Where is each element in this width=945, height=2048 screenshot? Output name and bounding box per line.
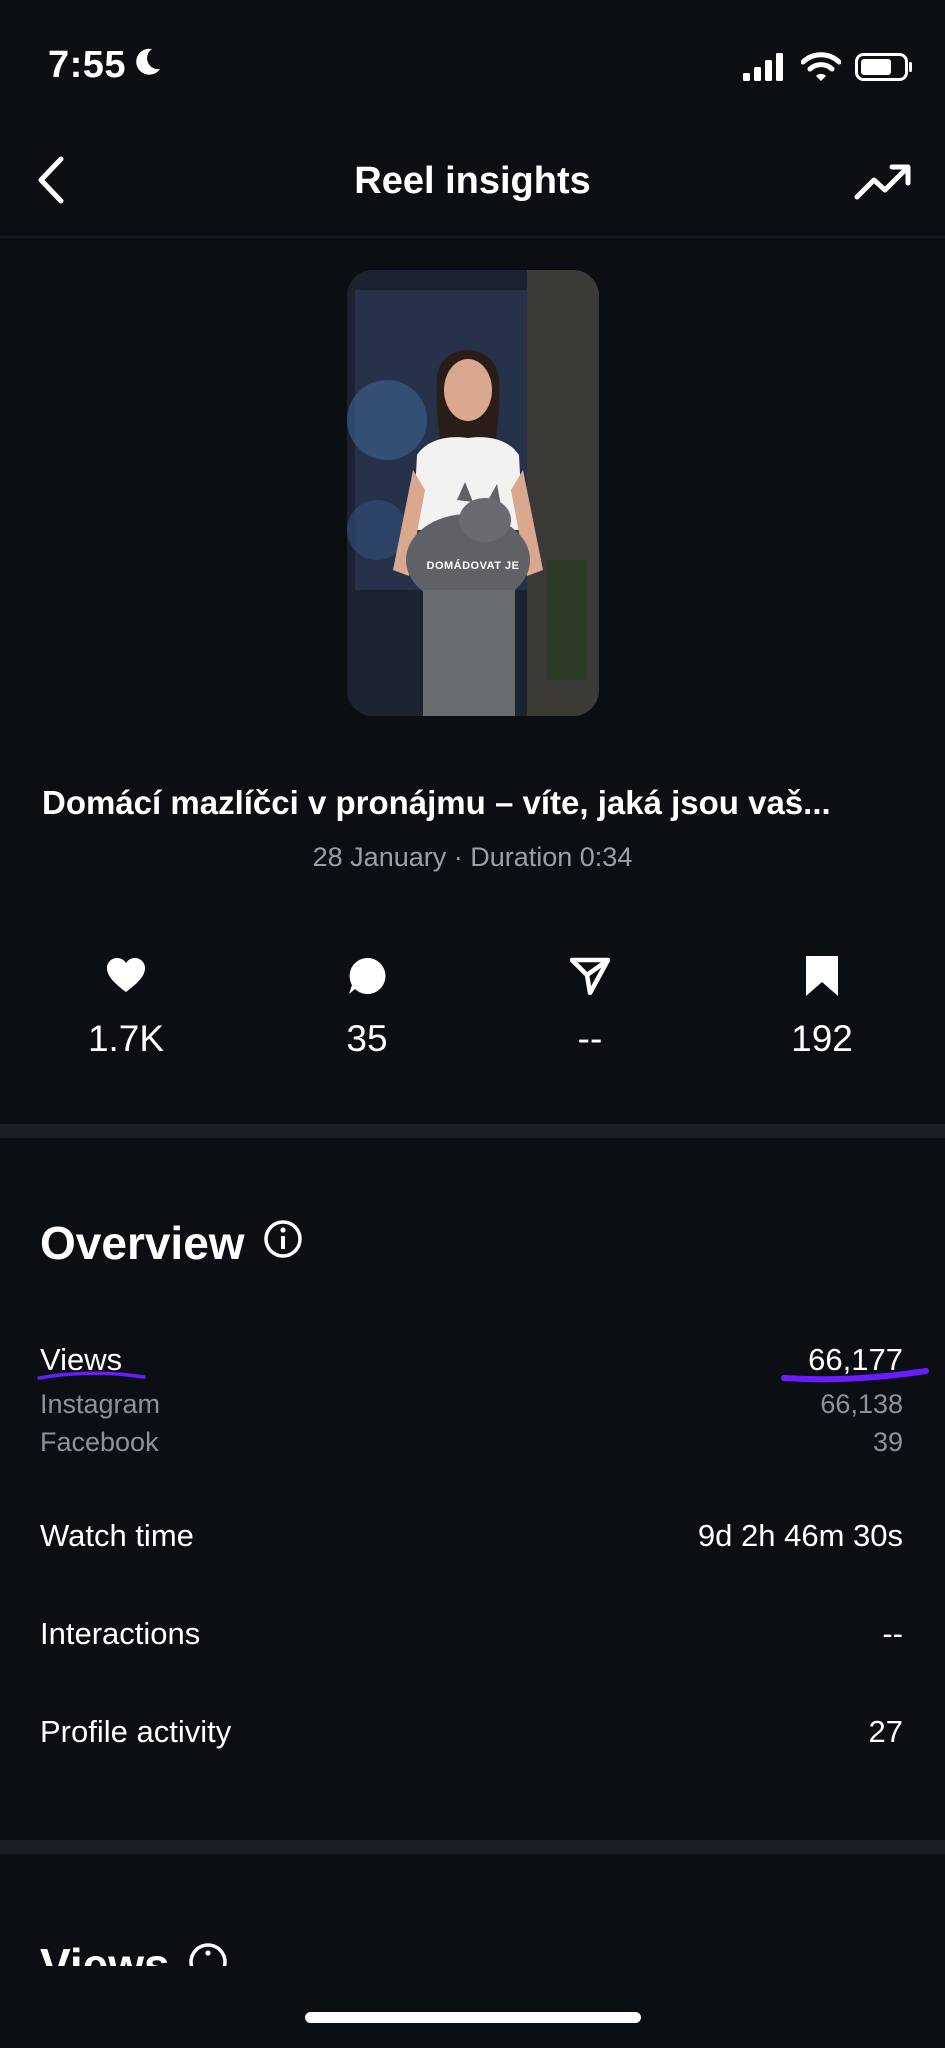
interactions-label: Interactions [40, 1616, 201, 1651]
nav-divider [0, 236, 945, 238]
interactions-value: -- [882, 1616, 903, 1651]
views-section-title: Views [40, 1942, 170, 1966]
shares-count: -- [577, 1018, 603, 1059]
likes-stat: 1.7K [46, 956, 206, 1060]
saves-count: 192 [791, 1018, 853, 1059]
reel-thumbnail[interactable]: DOMÁDOVAT JE [347, 270, 599, 716]
share-icon [569, 957, 611, 1000]
heart-icon [106, 957, 146, 999]
saves-stat: 192 [742, 955, 902, 1060]
home-indicator[interactable] [305, 2012, 641, 2023]
wifi-icon [800, 52, 842, 87]
shares-stat: -- [510, 956, 670, 1060]
thumbnail-caption: DOMÁDOVAT JE [426, 560, 520, 572]
info-icon[interactable] [263, 1216, 303, 1270]
reel-meta: 28 January · Duration 0:34 [312, 842, 633, 872]
trending-button[interactable] [851, 158, 915, 212]
facebook-value: 39 [872, 1427, 903, 1457]
likes-count: 1.7K [87, 1018, 165, 1059]
overview-heading: Overview [40, 1216, 303, 1270]
comment-icon [347, 956, 387, 1001]
facebook-label: Facebook [40, 1427, 159, 1457]
instagram-value: 66,138 [820, 1389, 903, 1419]
views-label-underline [37, 1371, 146, 1380]
views-info-icon[interactable] [188, 1942, 228, 1966]
instagram-label: Instagram [40, 1389, 161, 1419]
cellular-signal-icon [743, 53, 787, 86]
views-section-heading: Views [40, 1942, 228, 1966]
battery-icon [855, 53, 913, 86]
overview-title: Overview [40, 1217, 245, 1269]
moon-icon [134, 44, 162, 87]
reel-title: Domácí mazlíčci v pronájmu – víte, jaká … [42, 784, 831, 821]
bookmark-icon [805, 955, 839, 1002]
page-title: Reel insights [354, 160, 591, 202]
profile-activity-value: 27 [868, 1714, 903, 1749]
comments-count: 35 [346, 1018, 388, 1059]
profile-activity-label: Profile activity [40, 1714, 232, 1749]
section-divider-2 [0, 1840, 945, 1854]
watch-time-value: 9d 2h 46m 30s [697, 1518, 903, 1553]
comments-stat: 35 [287, 956, 447, 1060]
status-time: 7:55 [48, 44, 162, 87]
section-divider [0, 1124, 945, 1138]
watch-time-label: Watch time [40, 1518, 194, 1553]
status-indicators [743, 52, 913, 87]
trending-up-icon [854, 163, 912, 208]
status-time-text: 7:55 [48, 44, 127, 86]
views-value-underline [781, 1368, 929, 1383]
reel-thumbnail-image [347, 270, 599, 716]
